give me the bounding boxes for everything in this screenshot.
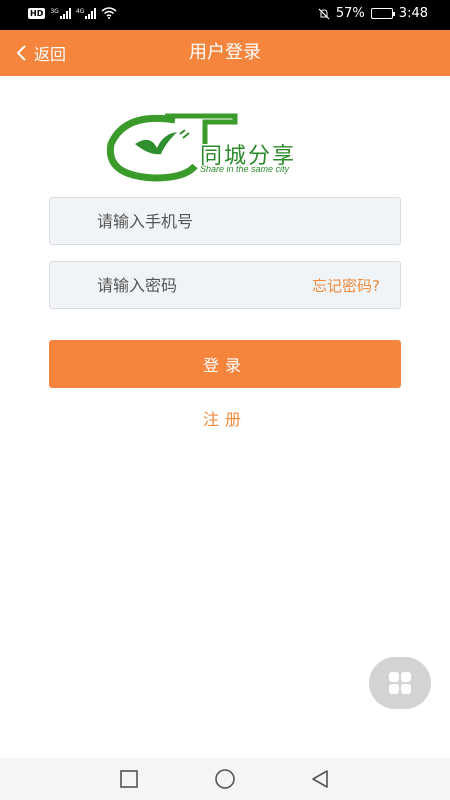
back-label: 返回: [34, 45, 67, 64]
password-field: 忘记密码?: [49, 261, 401, 309]
signal-2: 4G: [75, 7, 97, 19]
status-left: HD 3G 4G: [28, 7, 117, 19]
mute-icon: [318, 8, 330, 19]
hd-badge: HD: [28, 7, 46, 19]
app-header: 返回 用户登录: [0, 30, 450, 76]
forgot-password-link[interactable]: 忘记密码?: [312, 262, 380, 310]
battery-percent: 57%: [335, 6, 365, 21]
battery-icon: [370, 8, 395, 19]
clock: 3:48: [398, 6, 428, 21]
floating-menu-button[interactable]: [369, 657, 431, 709]
wifi-icon: [101, 7, 117, 19]
circle-icon: [215, 769, 235, 789]
login-button[interactable]: 登录: [49, 340, 401, 388]
logo-subtitle: Share in the same city: [200, 164, 290, 174]
home-button[interactable]: [210, 766, 240, 792]
signal-bars-icon: [59, 7, 71, 19]
register-link[interactable]: 注册: [0, 406, 450, 430]
grid-icon: [389, 672, 411, 694]
page-title: 用户登录: [189, 42, 261, 63]
app-logo: 同城分享 Share in the same city: [105, 104, 335, 184]
back-button[interactable]: 返回: [14, 30, 66, 76]
signal-1: 3G: [50, 7, 71, 19]
signal-bars-icon: [85, 7, 97, 19]
recent-apps-button[interactable]: [114, 766, 144, 792]
square-icon: [120, 770, 138, 788]
system-nav-bar: [0, 758, 450, 800]
status-bar: HD 3G 4G 57% 3:48: [0, 0, 450, 30]
chevron-left-icon: [16, 45, 26, 61]
status-right: 57% 3:48: [318, 6, 428, 21]
phone-input[interactable]: [50, 198, 400, 244]
system-back-button[interactable]: [305, 766, 335, 792]
network-type-2: 4G: [75, 7, 85, 15]
phone-field: [49, 197, 401, 245]
network-type-1: 3G: [50, 7, 59, 15]
triangle-left-icon: [312, 770, 328, 788]
